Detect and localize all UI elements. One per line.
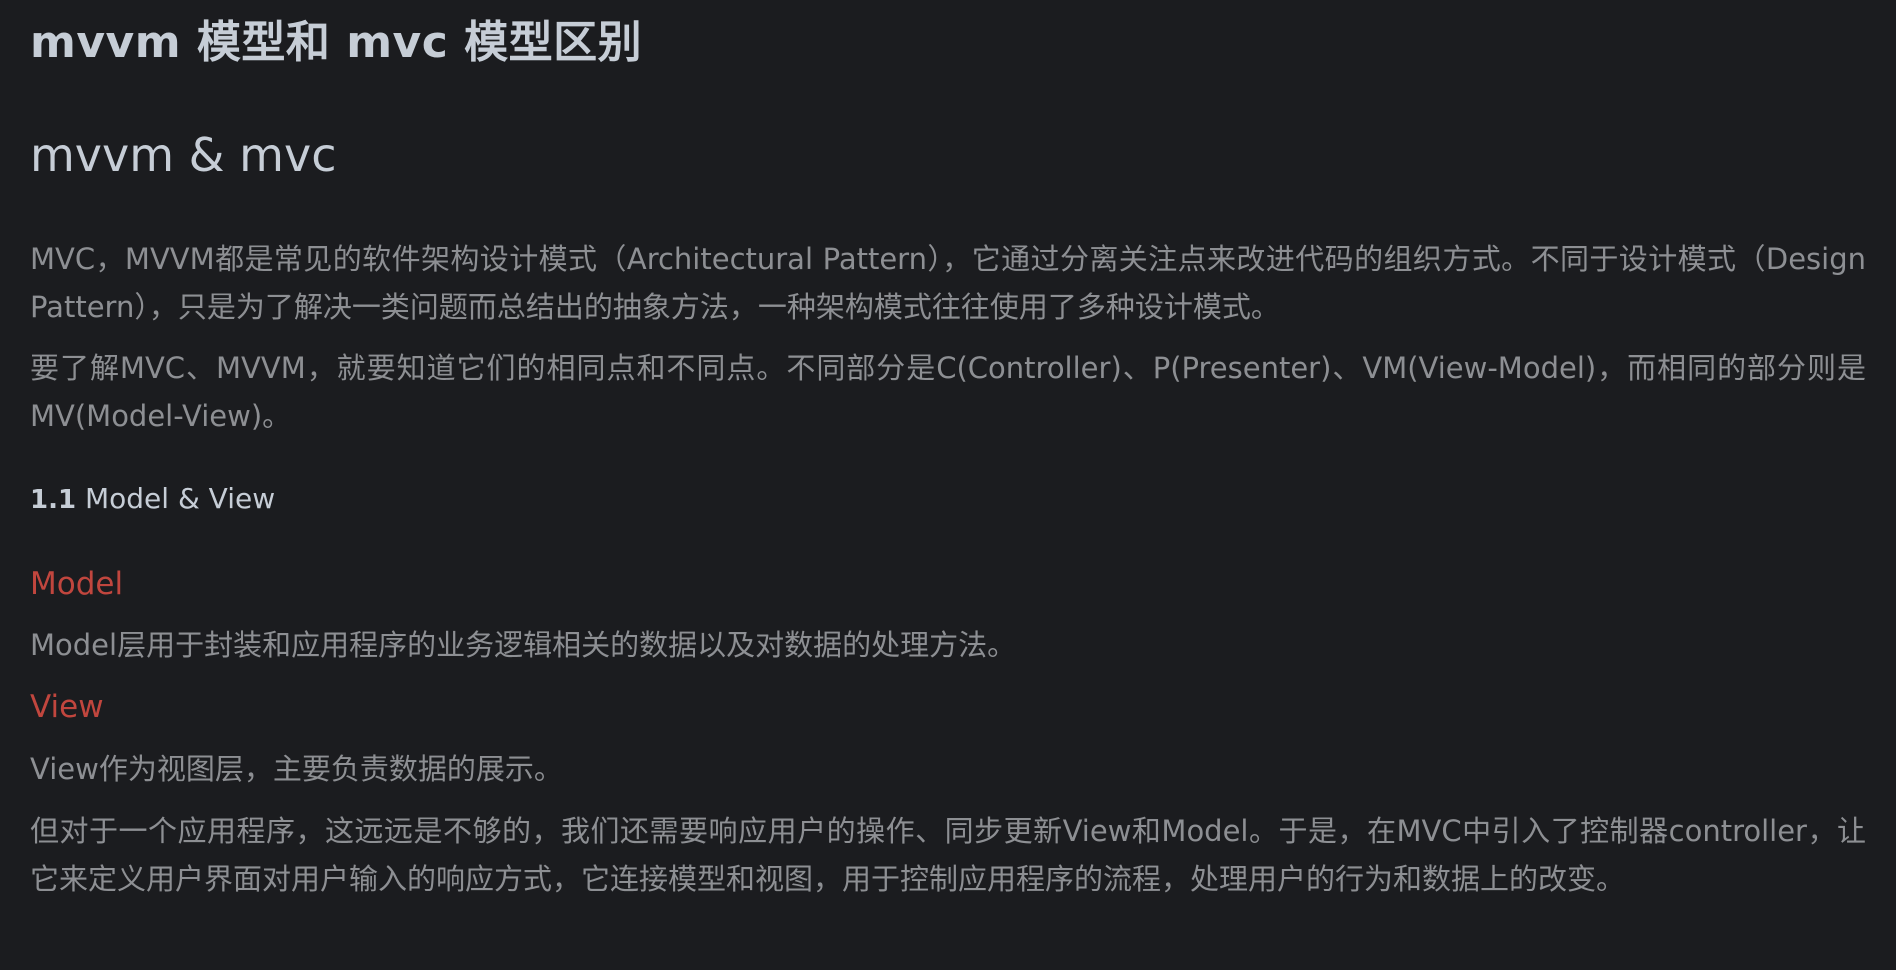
model-description: Model层用于封装和应用程序的业务逻辑相关的数据以及对数据的处理方法。 — [30, 628, 1017, 662]
view-description: View作为视图层，主要负责数据的展示。 — [30, 752, 563, 786]
intro-paragraph: MVC，MVVM都是常见的软件架构设计模式（Architectural Patt… — [30, 242, 1866, 324]
difference-paragraph: 要了解MVC、MVVM，就要知道它们的相同点和不同点。不同部分是C(Contro… — [30, 351, 1866, 433]
section-title: mvvm & mvc — [30, 128, 337, 182]
view-term: View — [30, 689, 104, 725]
subsection-number: 1.1 — [30, 485, 77, 515]
page-title: mvvm 模型和 mvc 模型区别 — [30, 17, 643, 68]
controller-paragraph: 但对于一个应用程序，这远远是不够的，我们还需要响应用户的操作、同步更新View和… — [30, 814, 1866, 896]
model-term: Model — [30, 566, 124, 602]
subsection-heading-text: Model & View — [84, 482, 276, 515]
document-page: mvvm 模型和 mvc 模型区别 mvvm & mvc MVC，MVVM都是常… — [0, 0, 1896, 970]
subsection-heading: 1.1 Model & View — [30, 476, 275, 523]
